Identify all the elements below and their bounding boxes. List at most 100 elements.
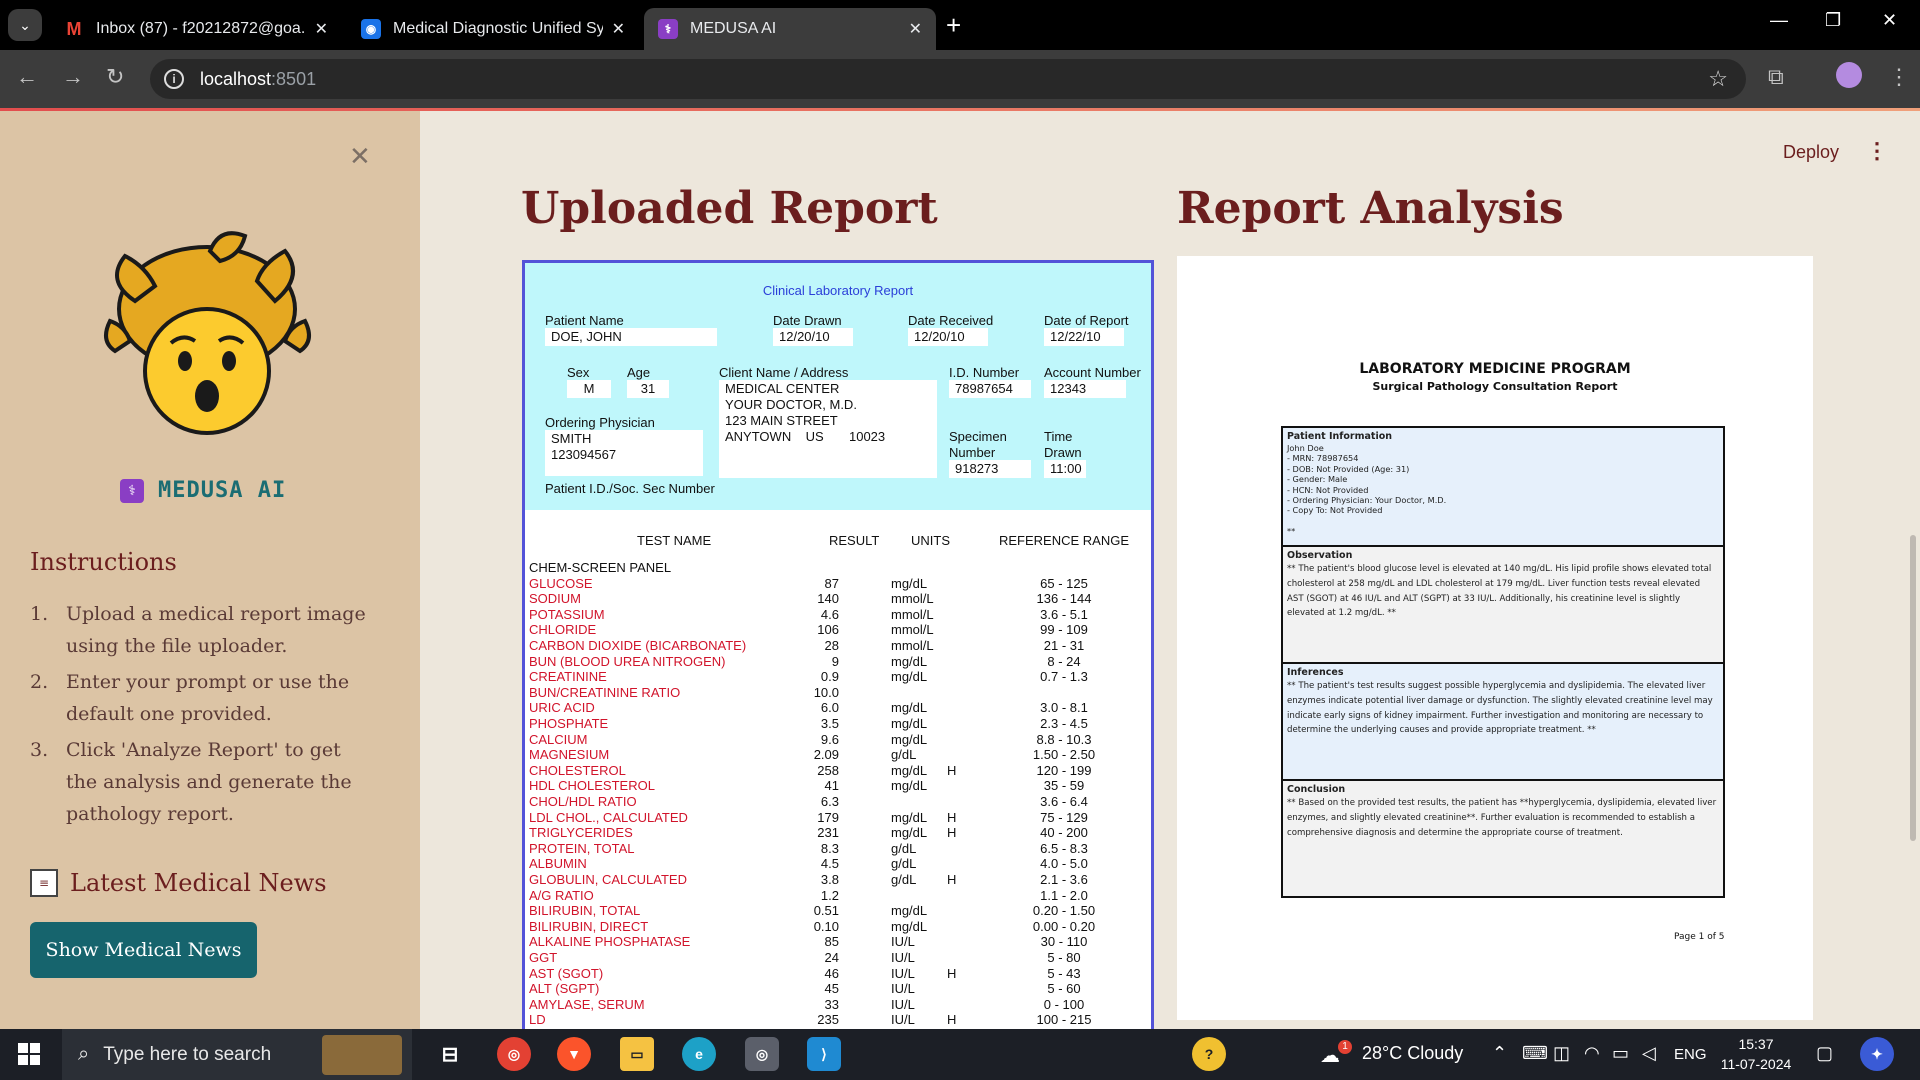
sidebar: ✕ ⚕ MEDUSA AI Instructions 1. Upload a m… <box>0 111 420 1029</box>
result-cell: 6.3 <box>820 794 839 809</box>
table-row: LD 235 IU/L H 100 - 215 <box>529 1012 1149 1027</box>
minimize-button[interactable]: — <box>1770 10 1788 31</box>
reference-range-cell: 8 - 24 <box>1047 653 1081 669</box>
task-view-icon[interactable]: ⊟ <box>433 1037 467 1071</box>
list-item: 3. Click 'Analyze Report' to get the ana… <box>30 734 370 830</box>
page-scrollbar[interactable] <box>1910 535 1916 841</box>
value-patient-name: DOE, JOHN <box>545 328 717 346</box>
vscode-icon[interactable]: ⟩ <box>807 1037 841 1071</box>
file-explorer-icon[interactable]: ▭ <box>620 1037 654 1071</box>
close-icon[interactable]: ✕ <box>315 19 328 39</box>
report-header: Clinical Laboratory Report Patient Name … <box>525 263 1151 510</box>
profile-avatar[interactable] <box>1836 62 1862 88</box>
value-account: 12343 <box>1044 380 1126 398</box>
test-name-cell: PROTEIN, TOTAL <box>529 840 635 856</box>
label-age: Age <box>627 365 651 380</box>
table-row: ALKALINE PHOSPHATASE 85 IU/L 30 - 110 <box>529 934 1149 949</box>
weather-cloud-icon[interactable]: ☁ <box>1320 1043 1340 1068</box>
list-number: 2. <box>30 671 49 693</box>
test-name-cell: BUN (BLOOD UREA NITROGEN) <box>529 653 726 669</box>
result-cell: 45 <box>824 981 839 997</box>
chrome-icon[interactable]: ◎ <box>497 1037 531 1071</box>
result-cell: 0.9 <box>820 669 839 685</box>
table-row: CARBON DIOXIDE (BICARBONATE) 28 mmol/L 21 -… <box>529 638 1149 653</box>
table-row: BILIRUBIN, TOTAL 0.51 mg/dL 0.20 - 1.50 <box>529 903 1149 918</box>
test-name-cell: TRIGLYCERIDES <box>529 825 633 841</box>
medusa-logo <box>104 231 311 435</box>
label-client: Client Name / Address <box>719 365 849 380</box>
weather-text[interactable]: 28°C Cloudy <box>1362 1043 1463 1064</box>
result-cell: 33 <box>824 996 839 1012</box>
reference-range-cell: 2.3 - 4.5 <box>1040 716 1088 731</box>
test-name-cell: SODIUM <box>529 591 581 607</box>
bookmark-star-icon[interactable]: ☆ <box>1708 66 1728 92</box>
label-date-received: Date Received <box>908 313 994 328</box>
taskbar-search[interactable]: ⌕ Type here to search <box>62 1029 412 1080</box>
reference-range-cell: 40 - 200 <box>1040 825 1088 841</box>
help-icon[interactable]: ? <box>1192 1037 1226 1071</box>
close-icon[interactable]: ✕ <box>909 19 922 39</box>
report-analysis-panel: LABORATORY MEDICINE PROGRAM Surgical Pat… <box>1177 256 1813 1020</box>
brave-icon[interactable]: ▼ <box>557 1037 591 1071</box>
search-placeholder: Type here to search <box>103 1043 272 1065</box>
browser-menu-icon[interactable]: ⋮ <box>1888 64 1910 90</box>
new-tab-button[interactable]: + <box>946 10 961 41</box>
meet-icon[interactable]: ◫ <box>1553 1043 1570 1064</box>
flag-cell: H <box>947 825 957 841</box>
result-cell: 8.3 <box>820 840 839 856</box>
copilot-icon[interactable]: ✦ <box>1860 1037 1894 1071</box>
units-cell: IU/L <box>891 934 915 950</box>
sidebar-close-icon[interactable]: ✕ <box>349 141 371 172</box>
table-row: ALBUMIN 4.5 g/dL 4.0 - 5.0 <box>529 856 1149 871</box>
label-account: Account Number <box>1044 365 1141 380</box>
wifi-icon[interactable]: ◠ <box>1584 1043 1600 1064</box>
tab-search-button[interactable]: ⌄ <box>8 9 42 41</box>
windows-start-button[interactable] <box>18 1043 40 1065</box>
site-info-icon[interactable]: i <box>164 69 184 89</box>
window-close-button[interactable]: ✕ <box>1882 10 1897 31</box>
reload-icon[interactable]: ↻ <box>106 64 124 90</box>
keyboard-icon[interactable]: ⌨ <box>1522 1043 1548 1064</box>
news-section-title: ≡ Latest Medical News <box>30 869 327 897</box>
forward-icon[interactable]: → <box>62 64 84 90</box>
chrome-active-icon[interactable]: ◎ <box>745 1037 779 1071</box>
address-bar[interactable]: i localhost:8501 ☆ <box>150 59 1746 99</box>
reference-range-cell: 5 - 80 <box>1047 950 1081 965</box>
url-port: :8501 <box>271 68 317 89</box>
result-cell: 140 <box>817 591 839 607</box>
patient-info-line <box>1287 516 1719 526</box>
page-indicator: Page 1 of 5 <box>1674 932 1725 942</box>
tab-medusa-ai[interactable]: ⚕ MEDUSA AI ✕ <box>644 8 936 50</box>
result-cell: 235 <box>817 1012 839 1028</box>
units-cell: mmol/L <box>891 591 934 607</box>
back-icon[interactable]: ← <box>16 64 38 90</box>
show-news-button[interactable]: Show Medical News <box>30 922 257 978</box>
restore-button[interactable]: ❐ <box>1825 10 1841 31</box>
news-title-text: Latest Medical News <box>70 869 327 897</box>
value-client-address: MEDICAL CENTER YOUR DOCTOR, M.D. 123 MAI… <box>719 380 937 478</box>
reference-range-cell: 5 - 60 <box>1047 981 1081 997</box>
units-cell: mmol/L <box>891 622 934 638</box>
notifications-icon[interactable]: ▢ <box>1816 1043 1833 1064</box>
extensions-icon[interactable]: ⧉ <box>1768 64 1784 90</box>
test-name-cell: CARBON DIOXIDE (BICARBONATE) <box>529 638 747 653</box>
list-text: Click 'Analyze Report' to get the analys… <box>66 739 352 825</box>
units-cell: mg/dL <box>891 918 928 934</box>
volume-icon[interactable]: ◁ <box>1642 1043 1656 1064</box>
deploy-button[interactable]: Deploy <box>1783 142 1839 163</box>
edge-icon[interactable]: e <box>682 1037 716 1071</box>
battery-icon[interactable]: ▭ <box>1612 1043 1629 1064</box>
result-cell: 3.8 <box>820 872 839 887</box>
taskbar-clock[interactable]: 15:37 11-07-2024 <box>1716 1034 1796 1074</box>
section-heading: Inferences <box>1287 667 1344 678</box>
chevron-up-icon[interactable]: ⌃ <box>1492 1043 1507 1064</box>
tab-inbox[interactable]: M Inbox (87) - f20212872@goa.bi ✕ <box>50 8 342 50</box>
close-icon[interactable]: ✕ <box>612 19 625 39</box>
label-specimen-number: Specimen Number <box>949 429 1007 460</box>
reference-range-cell: 4.0 - 5.0 <box>1040 856 1088 872</box>
language-indicator[interactable]: ENG <box>1674 1046 1707 1063</box>
tab-medical-diagnostic[interactable]: ◉ Medical Diagnostic Unified Syst ✕ <box>347 8 639 50</box>
main-menu-icon[interactable]: ⋮ <box>1866 138 1888 164</box>
patient-info-line: ** <box>1287 526 1296 537</box>
test-name-cell: BILIRUBIN, TOTAL <box>529 903 641 919</box>
